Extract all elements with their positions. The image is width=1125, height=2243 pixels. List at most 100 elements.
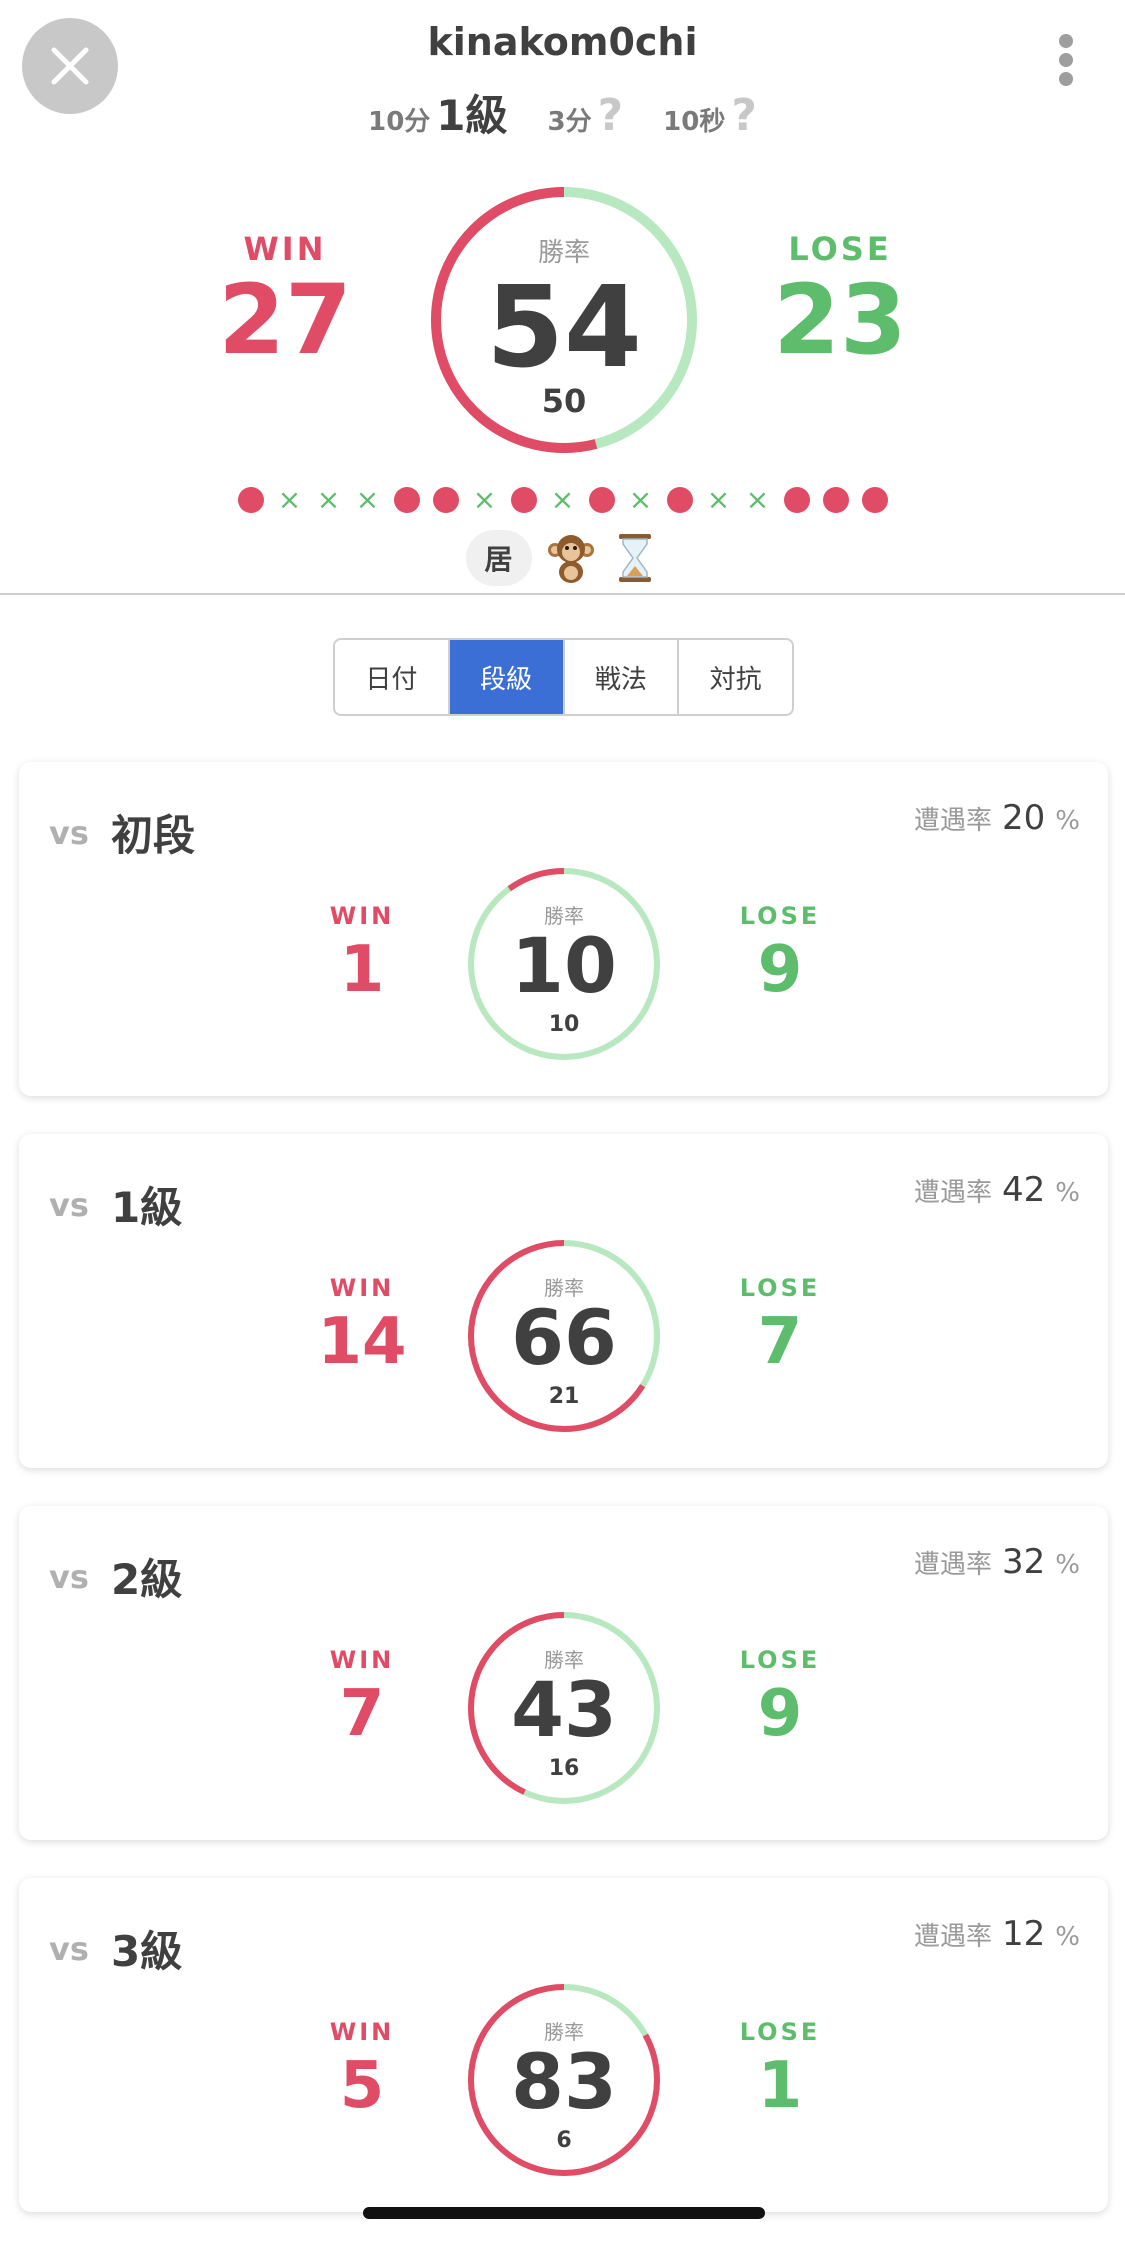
total-games: 10 xyxy=(548,1012,580,1037)
lose-mark: × xyxy=(355,483,380,516)
card-win: WIN 7 xyxy=(282,1646,442,1746)
win-dot xyxy=(432,487,459,513)
card-lose: LOSE 9 xyxy=(700,1646,860,1746)
win-dot xyxy=(393,487,420,513)
opponent-rank: 2級 xyxy=(111,1555,183,1604)
win-count: 27 xyxy=(218,264,352,376)
win-rate-value: 10 xyxy=(511,921,617,1010)
win-label: WIN xyxy=(329,2018,395,2046)
rank-label: 10分 xyxy=(368,107,431,137)
win-rate-ring: 勝率 54 50 xyxy=(430,186,698,454)
total-games: 50 xyxy=(541,382,587,420)
tab-strategy[interactable]: 戦法 xyxy=(565,640,680,714)
encounter-rate: 遭遇率 12 % xyxy=(914,1914,1080,1954)
total-lose: LOSE 23 xyxy=(740,230,940,368)
card-win: WIN 5 xyxy=(282,2018,442,2118)
lose-mark: × xyxy=(706,483,731,516)
win-rate-value: 83 xyxy=(511,2037,617,2126)
more-menu-button[interactable] xyxy=(1046,30,1086,90)
lose-mark: × xyxy=(745,483,770,516)
lose-mark: × xyxy=(277,483,302,516)
win-dot xyxy=(861,487,888,513)
rank-card-2kyu[interactable]: vs 2級 遭遇率 32 % WIN 7 勝率 43 16 LOSE 9 xyxy=(19,1506,1108,1840)
hourglass-icon[interactable] xyxy=(610,530,660,586)
encounter-rate-value: 20 xyxy=(1002,798,1046,838)
encounter-rate: 遭遇率 42 % xyxy=(914,1170,1080,1210)
win-count: 5 xyxy=(339,2049,385,2123)
rank-value: ? xyxy=(731,90,757,141)
recent-results: × × × × × × × × xyxy=(0,483,1125,516)
monkey-icon[interactable] xyxy=(546,530,596,586)
card-lose: LOSE 7 xyxy=(700,1274,860,1374)
total-win: WIN 27 xyxy=(185,230,385,368)
win-rate-value: 66 xyxy=(511,1293,617,1382)
rank-10sec: 10秒 ? xyxy=(663,90,757,141)
lose-label: LOSE xyxy=(739,1646,821,1674)
win-rate-value: 54 xyxy=(486,263,642,393)
rank-10min: 10分 1級 xyxy=(368,82,507,143)
win-count: 14 xyxy=(317,1305,407,1379)
home-indicator[interactable] xyxy=(363,2207,765,2219)
tab-opponent-style[interactable]: 対抗 xyxy=(679,640,792,714)
card-lose: LOSE 1 xyxy=(700,2018,860,2118)
win-rate-ring: 勝率 83 6 xyxy=(466,1982,662,2178)
username: kinakom0chi xyxy=(427,20,698,64)
rank-label: 3分 xyxy=(547,107,592,137)
tab-date[interactable]: 日付 xyxy=(335,640,450,714)
rank-summary: 10分 1級 3分 ? 10秒 ? xyxy=(0,82,1125,143)
win-dot xyxy=(783,487,810,513)
encounter-rate-value: 12 xyxy=(1002,1914,1046,1954)
lose-label: LOSE xyxy=(739,1274,821,1302)
vs-label: vs xyxy=(49,1558,89,1596)
encounter-rate-value: 32 xyxy=(1002,1542,1046,1582)
win-label: WIN xyxy=(243,230,327,268)
lose-count: 9 xyxy=(757,933,803,1007)
percent-sign: % xyxy=(1055,806,1080,836)
lose-mark: × xyxy=(550,483,575,516)
vertical-dots-icon xyxy=(1059,34,1073,48)
vs-label: vs xyxy=(49,814,89,852)
rank-3min: 3分 ? xyxy=(548,90,624,141)
encounter-rate-label: 遭遇率 xyxy=(914,1922,993,1952)
card-lose: LOSE 9 xyxy=(700,902,860,1002)
style-tag-kanji[interactable]: 居 xyxy=(465,530,532,586)
win-rate-ring: 勝率 66 21 xyxy=(466,1238,662,1434)
lose-mark: × xyxy=(472,483,497,516)
rank-card-3kyu[interactable]: vs 3級 遭遇率 12 % WIN 5 勝率 83 6 LOSE 1 xyxy=(19,1878,1108,2212)
rank-value: ? xyxy=(597,90,624,141)
win-dot xyxy=(822,487,849,513)
tab-rank[interactable]: 段級 xyxy=(449,640,565,714)
win-label: WIN xyxy=(329,1274,395,1302)
lose-count: 23 xyxy=(773,264,907,376)
encounter-rate-label: 遭遇率 xyxy=(914,806,993,836)
win-dot xyxy=(666,487,693,513)
lose-count: 9 xyxy=(757,1677,803,1751)
lose-label: LOSE xyxy=(739,902,821,930)
encounter-rate-label: 遭遇率 xyxy=(914,1178,993,1208)
lose-mark: × xyxy=(316,483,341,516)
win-count: 7 xyxy=(339,1677,385,1751)
win-dot xyxy=(588,487,615,513)
filter-tabs: 日付 段級 戦法 対抗 xyxy=(333,638,794,716)
encounter-rate: 遭遇率 20 % xyxy=(914,798,1080,838)
win-label: WIN xyxy=(329,902,395,930)
encounter-rate-label: 遭遇率 xyxy=(914,1550,993,1580)
win-rate-ring: 勝率 43 16 xyxy=(466,1610,662,1806)
encounter-rate: 遭遇率 32 % xyxy=(914,1542,1080,1582)
lose-count: 7 xyxy=(757,1305,803,1379)
lose-count: 1 xyxy=(757,2049,803,2123)
opponent-rank: 3級 xyxy=(111,1927,183,1976)
win-rate-value: 43 xyxy=(511,1665,617,1754)
percent-sign: % xyxy=(1055,1178,1080,1208)
total-games: 6 xyxy=(556,2128,572,2153)
win-count: 1 xyxy=(339,933,385,1007)
vs-label: vs xyxy=(49,1186,89,1224)
rank-value: 1級 xyxy=(436,91,508,140)
lose-mark: × xyxy=(628,483,653,516)
rank-card-shodan[interactable]: vs 初段 遭遇率 20 % WIN 1 勝率 10 10 LOSE 9 xyxy=(19,762,1108,1096)
rank-card-1kyu[interactable]: vs 1級 遭遇率 42 % WIN 14 勝率 66 21 LOSE 7 xyxy=(19,1134,1108,1468)
percent-sign: % xyxy=(1055,1550,1080,1580)
lose-label: LOSE xyxy=(788,230,892,268)
win-dot xyxy=(237,487,264,513)
profile-header: kinakom0chi 10分 1級 3分 ? 10秒 ? WIN 27 勝率 … xyxy=(0,0,1125,595)
